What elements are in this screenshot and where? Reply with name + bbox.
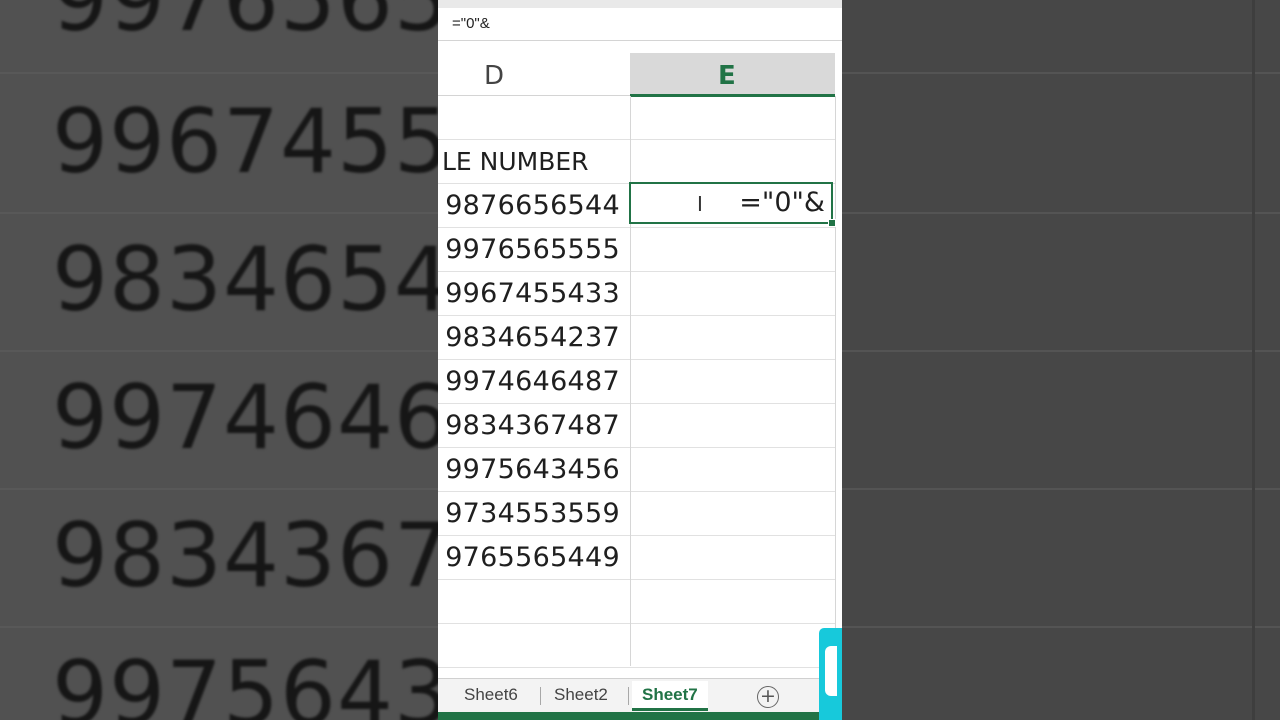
phone-number-cell[interactable]: 9734553559 (445, 498, 620, 529)
formula-bar[interactable]: ="0"& (438, 8, 842, 41)
table-row[interactable]: 9834654237 (438, 316, 835, 360)
column-header-d[interactable]: D (438, 53, 630, 96)
column-header-e[interactable]: E (630, 53, 835, 97)
column-header-row: D E (438, 53, 842, 97)
text-cursor-icon: I (697, 192, 703, 216)
table-row[interactable]: 9834367487 (438, 404, 835, 448)
table-row[interactable] (438, 624, 835, 668)
overlay-badge-inner (825, 646, 837, 696)
tab-separator (540, 687, 541, 705)
active-cell-e3[interactable]: ="0"& (629, 182, 836, 227)
background-number: 98343674 (52, 504, 438, 607)
phone-number-cell[interactable]: 9967455433 (445, 278, 620, 309)
table-row[interactable] (438, 96, 835, 140)
add-sheet-icon[interactable]: + (757, 686, 779, 708)
phone-number-cell[interactable]: 9834654237 (445, 322, 620, 353)
sheet-tab-bar: Sheet6 Sheet2 Sheet7 + (438, 678, 842, 713)
table-row[interactable]: 9734553559 (438, 492, 835, 536)
table-row[interactable]: 9967455433 (438, 272, 835, 316)
status-bar (438, 712, 842, 720)
tab-sheet2[interactable]: Sheet2 (544, 681, 618, 711)
phone-number-cell[interactable]: 9765565449 (445, 542, 620, 573)
table-row[interactable]: LE NUMBER (438, 140, 835, 184)
phone-number-cell[interactable]: 9975643456 (445, 454, 620, 485)
background-number: 99674556 (52, 90, 438, 193)
formula-text[interactable]: ="0"& (452, 15, 490, 32)
background-number: 98346546 (52, 228, 438, 331)
background-zoom-left: 99765656 99674556 98346546 99746464 9834… (0, 0, 438, 720)
background-number: 99765656 (52, 0, 438, 51)
tab-sheet6[interactable]: Sheet6 (454, 681, 528, 711)
table-row[interactable]: 9974646487 (438, 360, 835, 404)
column-divider (835, 96, 836, 666)
tab-separator (628, 687, 629, 705)
table-row[interactable] (438, 580, 835, 624)
column-d-header-cell[interactable]: LE NUMBER (442, 147, 589, 176)
spreadsheet-panel: ="0"& D E LE NUMBER 9876656544 997656555… (438, 0, 842, 720)
table-row[interactable]: 9976565555 (438, 228, 835, 272)
background-zoom-right (842, 0, 1280, 720)
background-number: 99746464 (52, 366, 438, 469)
phone-number-cell[interactable]: 9834367487 (445, 410, 620, 441)
phone-number-cell[interactable]: 9976565555 (445, 234, 620, 265)
column-label-d: D (484, 61, 505, 91)
fill-handle[interactable] (828, 219, 836, 227)
phone-number-cell[interactable]: 9876656544 (445, 190, 620, 221)
column-label-e: E (718, 61, 736, 91)
table-row[interactable]: 9975643456 (438, 448, 835, 492)
tab-sheet7[interactable]: Sheet7 (632, 681, 708, 711)
active-cell-text[interactable]: ="0"& (739, 187, 825, 218)
background-number: 99756434 (52, 642, 438, 720)
overlay-badge-icon (819, 628, 842, 720)
table-row[interactable]: 9765565449 (438, 536, 835, 580)
phone-number-cell[interactable]: 9974646487 (445, 366, 620, 397)
